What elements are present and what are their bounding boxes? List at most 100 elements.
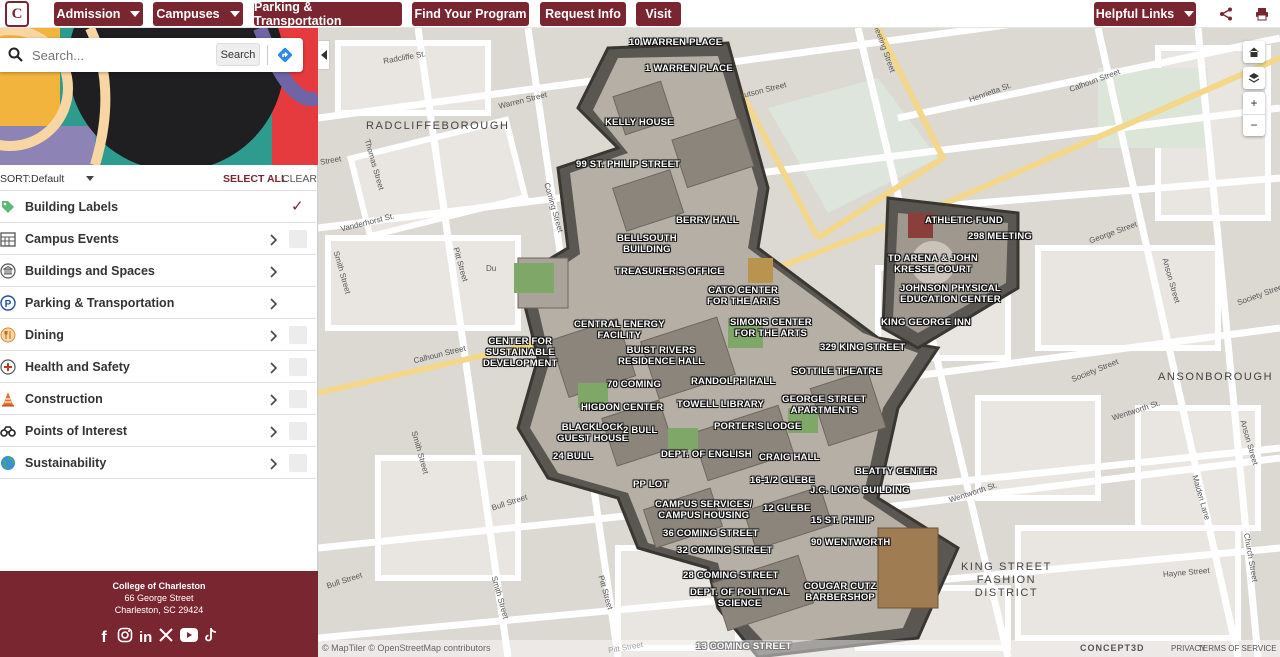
building-label[interactable]: COUGAR CUTZ BARBERSHOP xyxy=(804,581,876,603)
building-label[interactable]: KELLY HOUSE xyxy=(605,117,674,128)
college-logo[interactable]: C xyxy=(5,1,29,27)
building-label[interactable]: 16-1/2 GLEBE xyxy=(750,475,815,486)
home-icon[interactable] xyxy=(1243,41,1265,63)
building-label[interactable]: PORTER'S LODGE xyxy=(714,421,801,432)
x-icon[interactable] xyxy=(158,627,174,648)
nav-request-info-button[interactable]: Request Info xyxy=(540,2,626,26)
building-label[interactable]: 99 ST. PHILIP STREET xyxy=(576,159,680,170)
building-label[interactable]: 10 WARREN PLACE xyxy=(629,37,722,48)
nav-admission-button[interactable]: Admission xyxy=(54,2,143,26)
category-checkbox[interactable] xyxy=(289,358,307,376)
chevron-right-icon[interactable] xyxy=(269,233,279,246)
building-label[interactable]: PP LOT xyxy=(633,479,668,490)
terms-link[interactable]: TERMS OF SERVICE xyxy=(1198,644,1277,653)
building-label[interactable]: 70 COMING xyxy=(607,379,661,390)
category-health-safety[interactable]: Health and Safety xyxy=(0,351,316,383)
category-buildings-spaces[interactable]: Buildings and Spaces xyxy=(0,255,316,287)
building-label[interactable]: BELLSOUTH BUILDING xyxy=(617,233,677,255)
chevron-right-icon[interactable] xyxy=(269,265,279,278)
building-label[interactable]: CENTRAL ENERGY FACILITY xyxy=(574,319,665,341)
building-label[interactable]: BERRY HALL xyxy=(676,215,739,226)
building-label[interactable]: 12 GLEBE xyxy=(763,503,811,514)
nav-find-program-button[interactable]: Find Your Program xyxy=(412,2,529,26)
tiktok-icon[interactable] xyxy=(204,627,218,648)
zoom-out-icon[interactable]: − xyxy=(1243,114,1265,136)
building-label[interactable]: TREASURER'S OFFICE xyxy=(615,266,724,277)
building-label[interactable]: CENTER FOR SUSTAINABLE DEVELOPMENT xyxy=(483,336,558,369)
category-campus-events[interactable]: Campus Events xyxy=(0,223,316,255)
nav-visit-button[interactable]: Visit xyxy=(636,2,681,26)
building-label[interactable]: DEPT. OF ENGLISH xyxy=(661,449,752,460)
chevron-right-icon[interactable] xyxy=(269,361,279,374)
building-label[interactable]: CRAIG HALL xyxy=(759,452,820,463)
category-checkbox[interactable] xyxy=(289,390,307,408)
building-label[interactable]: 1 WARREN PLACE xyxy=(645,63,733,74)
building-label[interactable]: TD ARENA & JOHN KRESSE COURT xyxy=(888,253,978,275)
chevron-right-icon[interactable] xyxy=(269,425,279,438)
building-label[interactable]: TOWELL LIBRARY xyxy=(677,399,764,410)
building-label[interactable]: KING GEORGE INN xyxy=(881,317,971,328)
share-icon[interactable] xyxy=(1216,4,1236,24)
building-label[interactable]: 90 WENTWORTH xyxy=(811,537,890,548)
instagram-icon[interactable] xyxy=(117,627,133,648)
nav-parking-button[interactable]: Parking & Transportation xyxy=(254,0,402,28)
map-attribution[interactable]: © MapTiler © OpenStreetMap contributors xyxy=(322,643,491,653)
youtube-icon[interactable] xyxy=(180,628,199,647)
campus-map[interactable]: RADCLIFFEBOROUGH ANSONBOROUGH KING STREE… xyxy=(318,28,1280,657)
health-icon xyxy=(0,359,16,375)
building-label[interactable]: 298 MEETING xyxy=(968,231,1032,242)
search-input[interactable] xyxy=(32,46,210,64)
building-label[interactable]: CAMPUS SERVICES/ CAMPUS HOUSING xyxy=(655,499,753,521)
building-label[interactable]: GEORGE STREET APARTMENTS xyxy=(782,394,866,416)
building-label[interactable]: 2 BULL xyxy=(623,425,657,436)
category-checkbox[interactable] xyxy=(289,422,307,440)
building-label[interactable]: CATO CENTER FOR THE ARTS xyxy=(707,285,779,307)
category-dining[interactable]: Dining xyxy=(0,319,316,351)
print-icon[interactable] xyxy=(1252,4,1272,24)
building-label[interactable]: 24 BULL xyxy=(553,451,593,462)
clear-button[interactable]: CLEAR xyxy=(282,173,317,185)
search-button[interactable]: Search xyxy=(216,43,260,66)
building-label[interactable]: HIGDON CENTER xyxy=(581,402,663,413)
category-checkbox[interactable] xyxy=(289,326,307,344)
building-label[interactable]: 329 KING STREET xyxy=(820,342,905,353)
building-label[interactable]: DEPT. OF POLITICAL SCIENCE xyxy=(690,587,789,609)
collapse-sidebar-button[interactable] xyxy=(318,40,330,70)
category-sustainability[interactable]: Sustainability xyxy=(0,447,316,479)
building-label[interactable]: 32 COMING STREET xyxy=(677,545,773,556)
concept3d-logo[interactable]: CONCEPT3D xyxy=(1080,643,1145,653)
select-all-button[interactable]: SELECT ALL xyxy=(223,173,287,185)
building-label[interactable]: 36 COMING STREET xyxy=(663,528,759,539)
chevron-right-icon[interactable] xyxy=(269,393,279,406)
category-construction[interactable]: Construction xyxy=(0,383,316,415)
linkedin-icon[interactable]: in xyxy=(139,629,152,646)
building-label[interactable]: 15 ST. PHILIP xyxy=(811,515,874,526)
facebook-icon[interactable]: f xyxy=(97,629,111,647)
nav-campuses-button[interactable]: Campuses xyxy=(153,2,243,26)
category-parking[interactable]: P Parking & Transportation xyxy=(0,287,316,319)
checkmark-icon[interactable]: ✓ xyxy=(291,197,304,215)
chevron-right-icon[interactable] xyxy=(269,457,279,470)
building-label[interactable]: BUIST RIVERS RESIDENCE HALL xyxy=(618,345,704,367)
helpful-links-button[interactable]: Helpful Links xyxy=(1094,2,1196,26)
building-label[interactable]: JOHNSON PHYSICAL EDUCATION CENTER xyxy=(900,283,1001,305)
zoom-in-icon[interactable]: + xyxy=(1250,92,1257,114)
building-label[interactable]: BLACKLOCK GUEST HOUSE xyxy=(557,422,628,444)
building-label[interactable]: SOTTILE THEATRE xyxy=(792,366,882,377)
sort-select[interactable]: Default xyxy=(31,173,64,185)
building-label[interactable]: RANDOLPH HALL xyxy=(691,376,775,387)
category-building-labels[interactable]: Building Labels ✓ xyxy=(0,191,316,223)
directions-icon[interactable] xyxy=(277,47,293,68)
chevron-down-icon[interactable] xyxy=(86,176,94,181)
chevron-right-icon[interactable] xyxy=(269,297,279,310)
category-points-of-interest[interactable]: Points of Interest xyxy=(0,415,316,447)
category-checkbox[interactable] xyxy=(289,230,307,248)
building-label[interactable]: J.C. LONG BUILDING xyxy=(810,485,910,496)
building-label[interactable]: 28 COMING STREET xyxy=(683,570,779,581)
building-label[interactable]: SIMONS CENTER FOR THE ARTS xyxy=(730,317,812,339)
building-label[interactable]: ATHLETIC FUND xyxy=(925,215,1003,226)
layers-icon[interactable] xyxy=(1243,67,1265,89)
chevron-right-icon[interactable] xyxy=(269,329,279,342)
category-checkbox[interactable] xyxy=(289,454,307,472)
building-label[interactable]: BEATTY CENTER xyxy=(855,466,936,477)
